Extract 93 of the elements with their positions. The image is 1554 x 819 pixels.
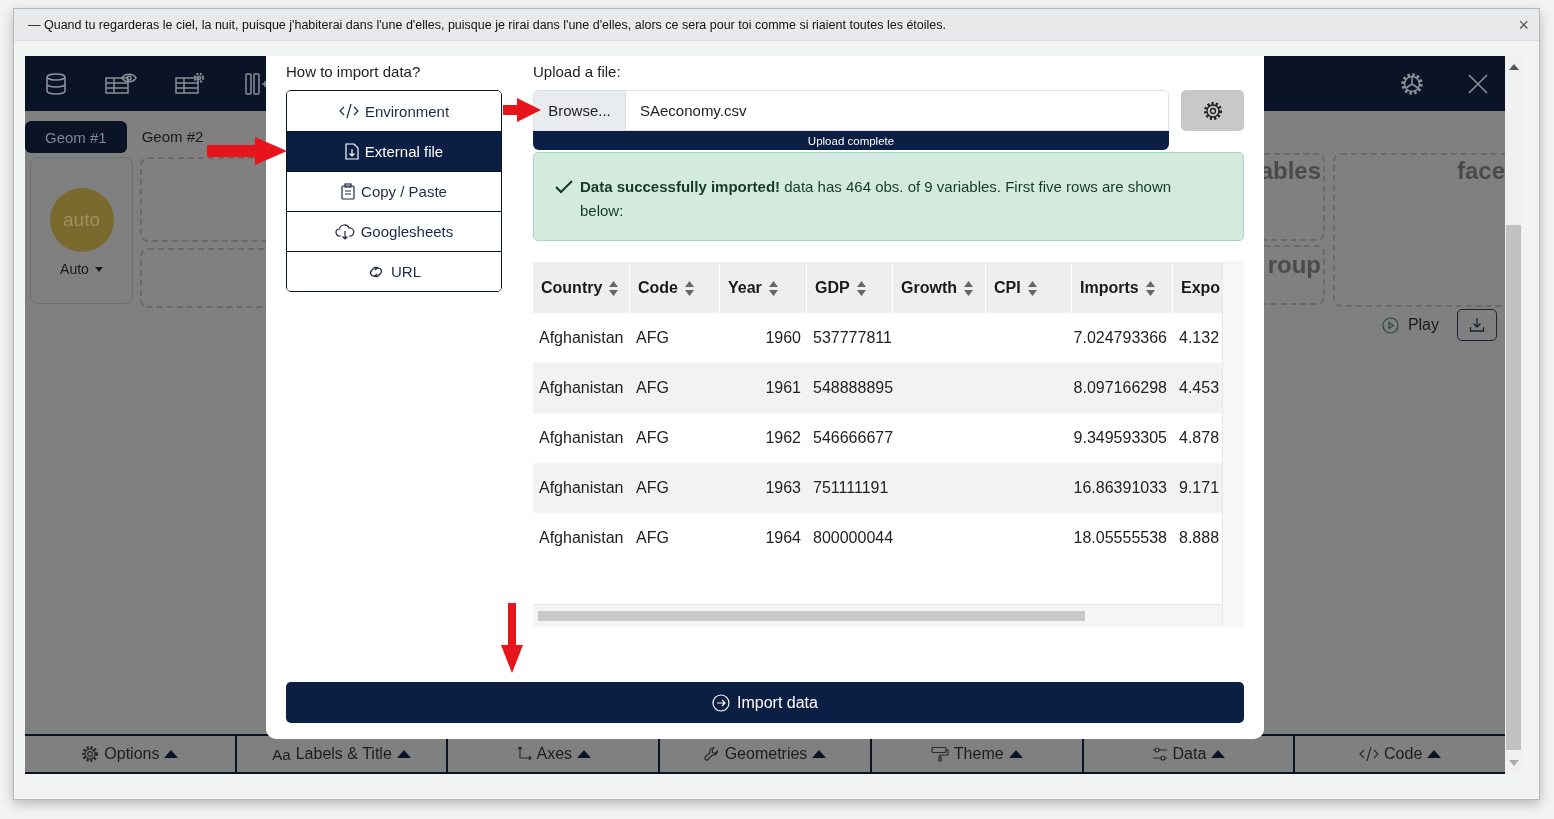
table-cell: AFG [636,379,669,397]
column-header[interactable]: Code [630,263,720,313]
caret-up-icon [1211,750,1226,758]
scroll-up-icon[interactable] [1508,64,1519,70]
table-cell: 9.171 [1179,479,1220,497]
table-cell: 4.453 [1179,379,1220,397]
caret-up-icon [1427,750,1442,758]
caret-icon [94,266,103,272]
table-cell: 1961 [765,379,801,397]
browse-button[interactable]: Browse... [533,90,626,131]
column-header[interactable]: Year [720,263,807,313]
code-icon [338,103,359,119]
caret-up-icon [396,750,411,758]
play-icon [1381,316,1399,334]
scrollbar-thumb[interactable] [538,611,1085,621]
table-eye-icon[interactable] [104,71,138,96]
table-cell: AFG [636,479,669,497]
arrow-circle-icon [712,693,731,712]
gear-icon [1202,100,1223,121]
table-cell: AFG [636,429,669,447]
sort-icon [1027,280,1037,296]
table-cell: 4.878 [1179,429,1220,447]
table-cell: Afghanistan [539,429,624,447]
axes-icon [515,746,532,762]
alert-message: Data successfully imported! data has 464 obs. of 9 variables. First five rows are shown below: [580,177,1173,221]
table-cell: 537777811 [813,329,892,347]
table-cell: 8.097166298 [1073,379,1167,397]
column-header[interactable]: CPI [986,263,1072,313]
settings-button[interactable] [1181,90,1244,131]
progress-label: Upload complete [807,134,895,147]
table-cell: 7.024793366 [1073,329,1167,347]
sliders-icon [1151,746,1168,762]
close-button[interactable]: × [1514,15,1533,34]
annotation-arrow [503,98,541,122]
download-icon [1469,317,1485,333]
table-cell: AFG [636,329,669,347]
notice-text: — Quand tu regarderas le ciel, la nuit, puisque j'habiterai dans l'une d'elles, puisque je rirai dans l'une d'elles, alors ce sera pour toi comme si riaient toutes les étoiles. [28,17,947,32]
sort-icon [964,280,973,296]
methods-title: How to import data? [286,62,422,82]
caret-up-icon [164,750,179,758]
check-icon [554,179,574,195]
sort-icon [609,280,619,296]
import-button[interactable]: Import data [286,682,1244,723]
table-cell: 751111191 [813,479,889,497]
column-header[interactable]: Imports [1072,263,1173,313]
table-cell: 1964 [765,529,801,547]
table-cell: Afghanistan [539,329,624,347]
settings-icon[interactable] [1399,70,1425,97]
caret-up-icon [812,750,827,758]
caret-up-icon [1008,750,1023,758]
table-cell: 546666677 [813,429,894,447]
scrollbar-track[interactable] [1222,263,1244,627]
table-cell: Afghanistan [539,379,624,397]
geom-dropdown[interactable]: Auto [54,260,109,278]
file-download-icon [344,143,359,160]
annotation-arrow [501,603,523,673]
close-icon[interactable] [1467,72,1489,95]
table-cell: 9.349593305 [1073,429,1167,447]
column-header[interactable]: GDP [807,263,893,313]
table-cell: 1963 [765,479,801,497]
cloud-download-icon [334,223,355,240]
table-cell: 18.05555538 [1073,529,1167,547]
code-icon [1359,746,1380,762]
geom-tab[interactable]: Geom #2 [131,129,214,145]
table-cell: 16.86391033 [1073,479,1167,497]
table-cell: AFG [636,529,669,547]
file-name-field[interactable]: SAeconomy.csv [626,90,1169,131]
column-header[interactable]: Country [533,263,630,313]
geom-tab[interactable]: Geom #1 [25,121,127,153]
download-button[interactable] [1457,309,1497,341]
import-method[interactable]: URL [287,251,501,291]
clipboard-icon [341,183,356,200]
table-cell: 800000044 [813,529,894,547]
sort-icon [768,280,778,296]
table-cell: Afghanistan [539,479,624,497]
database-icon[interactable] [44,71,68,96]
upload-title: Upload a file: [533,62,622,82]
sort-icon [856,280,866,296]
table-cell: 4.132 [1179,329,1220,347]
table-cell: 548888895 [813,379,894,397]
gear-icon [81,745,100,763]
column-header[interactable]: Growth [893,263,986,313]
sort-icon [685,280,694,296]
play-button[interactable]: Play [1375,315,1445,335]
table-cell: 8.888 [1179,529,1220,547]
import-method[interactable]: External file [287,131,501,171]
caret-up-icon [577,750,592,758]
table-cell: Afghanistan [539,529,624,547]
table-cell: 1962 [765,429,801,447]
paint-roller-icon [930,746,949,762]
table-cell: 1960 [765,329,801,347]
wrench-icon [703,746,720,762]
sort-icon [1145,280,1155,296]
